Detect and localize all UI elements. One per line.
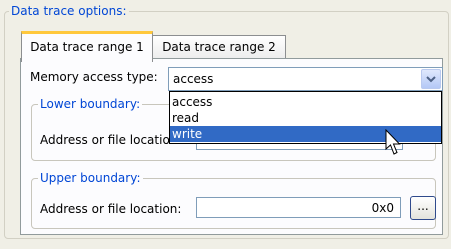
- memory-access-type-select[interactable]: access: [168, 67, 443, 91]
- memory-access-type-value: access: [173, 72, 214, 86]
- group-title: Data trace options:: [9, 4, 129, 18]
- upper-browse-button[interactable]: ...: [410, 196, 436, 220]
- upper-address-value: 0x0: [371, 201, 394, 215]
- tab-data-trace-range-1[interactable]: Data trace range 1: [21, 31, 153, 62]
- dropdown-button[interactable]: [421, 69, 441, 89]
- option-access[interactable]: access: [170, 94, 441, 110]
- upper-address-input[interactable]: 0x0: [196, 197, 401, 218]
- tab-data-trace-range-2[interactable]: Data trace range 2: [152, 35, 286, 59]
- memory-access-type-label: Memory access type:: [30, 70, 158, 84]
- option-read[interactable]: read: [170, 110, 441, 126]
- lower-address-label: Address or file location:: [40, 133, 182, 147]
- lower-boundary-title: Lower boundary:: [38, 97, 143, 111]
- upper-address-label: Address or file location:: [40, 202, 182, 216]
- upper-boundary-title: Upper boundary:: [38, 171, 143, 185]
- mouse-pointer-icon: [385, 129, 401, 155]
- memory-access-dropdown-list: access read write: [169, 91, 442, 144]
- chevron-down-icon: [426, 76, 436, 83]
